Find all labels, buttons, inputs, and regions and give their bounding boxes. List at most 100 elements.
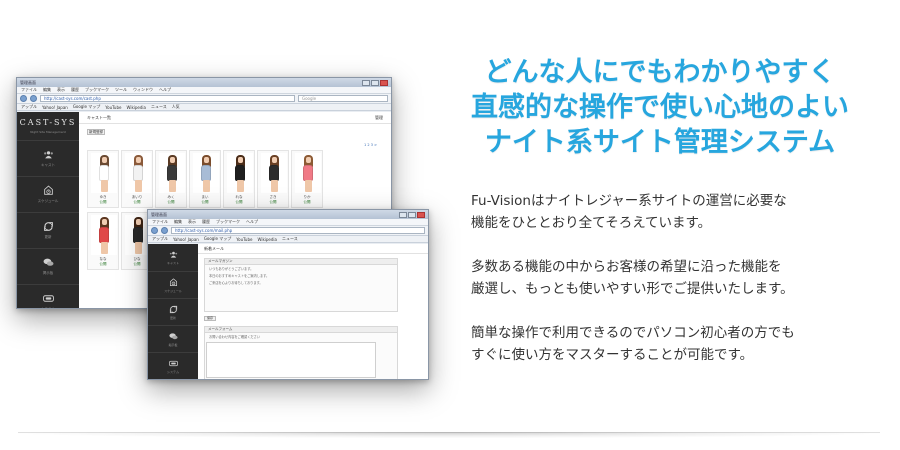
cast-photo [295, 153, 321, 193]
menu-item[interactable]: ブックマーク [85, 87, 109, 93]
menu-item[interactable]: 表示 [188, 219, 196, 225]
maximize-button[interactable] [371, 79, 379, 86]
bookmark-link[interactable]: Google マップ [73, 104, 100, 110]
bookmark-link[interactable]: ニュース [151, 104, 167, 110]
description-line: 簡単な操作で利用できるのでパソコン初心者の方でも [471, 325, 795, 341]
sidebar-item-refresh[interactable]: 更新 [148, 298, 198, 325]
menu-item[interactable]: 履歴 [202, 219, 210, 225]
cast-photo [159, 153, 185, 193]
cast-card[interactable]: みく 公開 [155, 150, 187, 208]
chat-icon [168, 332, 178, 341]
cast-card[interactable]: ゆき 公開 [87, 150, 119, 208]
divider-shadow [18, 432, 880, 438]
menu-item[interactable]: ファイル [152, 219, 168, 225]
sidebar-item-refresh[interactable]: 更新 [17, 212, 79, 248]
sidebar-item-card[interactable]: システム [17, 284, 79, 309]
sidebar-item-label: 更新 [44, 235, 52, 239]
sidebar-item-clock[interactable]: スケジュール [148, 271, 198, 298]
people-icon [169, 250, 178, 259]
panel-text: ご来店を心よりお待ちしております。 [209, 281, 263, 285]
page-header: 新着メール [198, 244, 428, 254]
headline-line: どんな人にでもわかりやすく [484, 57, 836, 88]
save-button[interactable]: 保存 [204, 316, 216, 321]
bookmark-link[interactable]: アップル [21, 104, 37, 110]
bookmark-link[interactable]: 人気 [172, 104, 180, 110]
sidebar-item-card[interactable]: システム [148, 352, 198, 379]
bookmark-link[interactable]: YouTube [105, 105, 121, 110]
cast-card[interactable]: りか 公開 [291, 150, 323, 208]
window-title: 管理画面 [20, 79, 36, 85]
menu-bar: ファイル 編集 表示 履歴 ブックマーク ツール ウィンドウ ヘルプ [17, 87, 391, 94]
status-badge: 公開 [167, 200, 175, 204]
clock-icon [169, 277, 178, 287]
bookmark-link[interactable]: ニュース [282, 236, 298, 242]
menu-item[interactable]: ファイル [21, 87, 37, 93]
menu-item[interactable]: 履歴 [71, 87, 79, 93]
address-bar: http://cast-sys.com/mail.php [148, 226, 428, 236]
menu-item[interactable]: 編集 [174, 219, 182, 225]
sidebar-item-label: 掲示板 [168, 342, 178, 347]
cast-card[interactable]: あいり 公開 [121, 150, 153, 208]
status-badge: 公開 [303, 200, 311, 204]
bookmark-link[interactable]: Google マップ [204, 236, 231, 242]
menu-item[interactable]: ウィンドウ [133, 87, 153, 93]
bookmark-link[interactable]: Wikipedia [126, 105, 146, 110]
forward-button[interactable] [161, 227, 168, 234]
pagination[interactable]: 1 2 3 > [364, 143, 377, 147]
sidebar-item-chat[interactable]: 掲示板 [148, 325, 198, 352]
cast-photo [91, 153, 117, 193]
menu-item[interactable]: 編集 [43, 87, 51, 93]
close-button[interactable] [380, 79, 388, 86]
sidebar-item-label: キャスト [166, 261, 179, 265]
cast-card[interactable]: まい 公開 [189, 150, 221, 208]
sidebar-item-label: システム [41, 307, 55, 309]
cast-card[interactable]: なな 公開 [87, 212, 119, 270]
description-line: 機能をひととおり全てそろえています。 [471, 215, 712, 231]
url-field[interactable]: http://cast-sys.com/mail.php [171, 227, 425, 234]
bookmark-link[interactable]: Wikipedia [257, 237, 277, 242]
bookmark-link[interactable]: Yahoo! Japan [173, 237, 199, 242]
close-button[interactable] [417, 211, 425, 218]
sidebar-item-people[interactable]: キャスト [17, 140, 79, 176]
back-button[interactable] [20, 95, 27, 102]
menu-item[interactable]: ヘルプ [159, 87, 171, 93]
bookmarks-bar: アップル Yahoo! Japan Google マップ YouTube Wik… [17, 104, 391, 111]
bookmark-link[interactable]: アップル [152, 236, 168, 242]
panel-text: 本日のおすすめキャストをご案内します。 [209, 274, 270, 278]
back-button[interactable] [151, 227, 158, 234]
menu-item[interactable]: 表示 [57, 87, 65, 93]
menu-item[interactable]: ヘルプ [246, 219, 258, 225]
minimize-button[interactable] [362, 79, 370, 86]
cast-card[interactable]: れな 公開 [223, 150, 255, 208]
panel-text: お問い合わせ内容をご確認ください [209, 335, 260, 339]
sidebar-item-clock[interactable]: スケジュール [17, 176, 79, 212]
cast-card[interactable]: さき 公開 [257, 150, 289, 208]
menu-item[interactable]: ブックマーク [216, 219, 240, 225]
address-bar: http://cast-sys.com/cast.php Google [17, 94, 391, 104]
sidebar-item-people[interactable]: キャスト [148, 244, 198, 271]
mail-magazine-panel: メールマガジン いつもありがとうございます。 本日のおすすめキャストをご案内しま… [204, 258, 398, 312]
description-line: Fu-Visionはナイトレジャー系サイトの運営に必要な [471, 193, 787, 209]
panel-text: いつもありがとうございます。 [209, 267, 254, 271]
url-field[interactable]: http://cast-sys.com/cast.php [40, 95, 295, 102]
title-bar: 管理画面 [148, 210, 428, 219]
sidebar-item-home[interactable]: トップ [148, 379, 198, 380]
main-content: 新着メール メールマガジン いつもありがとうございます。 本日のおすすめキャスト… [198, 244, 428, 379]
minimize-button[interactable] [399, 211, 407, 218]
menu-item[interactable]: ツール [115, 87, 127, 93]
bookmark-link[interactable]: Yahoo! Japan [42, 105, 68, 110]
search-input[interactable]: Google [298, 95, 388, 102]
headline-line: ナイト系サイト管理システム [484, 127, 836, 158]
add-cast-button[interactable]: 新規登録 [87, 129, 105, 135]
chat-icon [43, 257, 54, 268]
forward-button[interactable] [30, 95, 37, 102]
bookmark-link[interactable]: YouTube [236, 237, 252, 242]
message-textarea[interactable] [206, 342, 376, 378]
sidebar-item-label: スケジュール [37, 199, 59, 203]
window-title: 管理画面 [151, 211, 167, 217]
headline: どんな人にでもわかりやすく 直感的な操作で使い心地のよい ナイト系サイト管理シス… [440, 55, 880, 160]
maximize-button[interactable] [408, 211, 416, 218]
cast-photo [91, 215, 117, 255]
sidebar-item-chat[interactable]: 掲示板 [17, 248, 79, 284]
status-badge: 公開 [99, 200, 107, 204]
